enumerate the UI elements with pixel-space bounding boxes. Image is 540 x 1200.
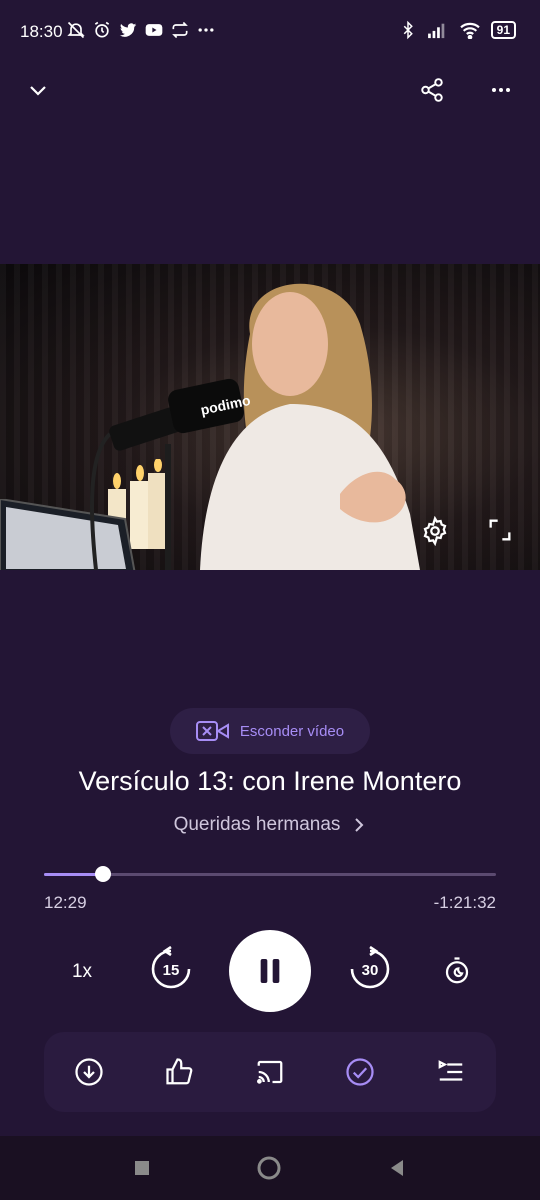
skip-forward-button[interactable]: 30 [347, 946, 393, 992]
playback-speed-button[interactable]: 1x [60, 950, 104, 994]
like-button[interactable] [158, 1050, 202, 1094]
action-bar [44, 1032, 496, 1112]
sleep-timer-icon [445, 957, 469, 984]
more-notifications-icon [198, 28, 214, 32]
forward-icon: 30 [350, 946, 390, 989]
hide-video-label: Esconder vídeo [239, 722, 345, 740]
sleep-timer-button[interactable] [440, 954, 474, 988]
fullscreen-button[interactable] [486, 516, 518, 548]
check-circle-icon [346, 1058, 374, 1086]
show-link[interactable]: Queridas hermanas [0, 814, 540, 836]
more-horizontal-icon [492, 88, 510, 92]
rewind-icon: 15 [151, 946, 191, 989]
cast-icon [256, 1060, 283, 1084]
alarm-icon [94, 21, 110, 38]
share-button[interactable] [414, 72, 450, 108]
chevron-right-icon [355, 818, 364, 832]
remaining-time: -1:21:32 [433, 893, 496, 912]
more-options-button[interactable] [483, 72, 519, 108]
gear-icon [423, 515, 447, 547]
system-nav-bar [0, 1136, 540, 1200]
video-settings-button[interactable] [420, 515, 452, 548]
thumbs-up-icon [165, 1058, 192, 1085]
cast-button[interactable] [248, 1050, 292, 1094]
status-time: 18:30 [20, 22, 63, 41]
episode-title: Versículo 13: con Irene Montero [78, 766, 462, 796]
twitter-icon [119, 23, 137, 37]
hide-video-icon [195, 721, 229, 741]
download-icon [75, 1058, 103, 1086]
download-button[interactable] [67, 1050, 111, 1094]
microphone-graphic: podimo [90, 378, 250, 570]
progress-fill [44, 873, 103, 876]
wifi-icon [459, 22, 480, 39]
queue-button[interactable] [429, 1050, 473, 1094]
skip-back-button[interactable]: 15 [148, 946, 194, 992]
battery-indicator: 91 [490, 21, 516, 39]
back-icon[interactable] [387, 1158, 407, 1178]
fullscreen-icon [489, 519, 511, 541]
pause-button[interactable] [229, 930, 311, 1012]
youtube-icon [145, 24, 163, 36]
elapsed-time: 12:29 [44, 893, 87, 912]
notifications-off-icon [67, 21, 85, 39]
progress-thumb[interactable] [94, 866, 111, 882]
skip-forward-seconds: 30 [362, 962, 379, 979]
repeat-icon [172, 21, 188, 39]
skip-back-seconds: 15 [163, 962, 180, 979]
queue-icon [438, 1060, 462, 1081]
progress-slider[interactable] [44, 866, 496, 882]
status-bar: 18:30 91 [0, 0, 540, 64]
bluetooth-icon [403, 20, 413, 40]
show-name: Queridas hermanas [173, 814, 341, 835]
video-player[interactable]: podimo [0, 264, 540, 570]
hide-video-button[interactable]: Esconder vídeo [170, 708, 370, 754]
share-icon [421, 78, 443, 102]
collapse-player-button[interactable] [20, 72, 56, 108]
recents-icon[interactable] [133, 1159, 151, 1177]
mark-played-button[interactable] [338, 1050, 382, 1094]
signal-icon [427, 23, 444, 39]
pause-icon [260, 959, 280, 983]
home-icon[interactable] [256, 1155, 282, 1181]
chevron-down-icon [30, 86, 46, 96]
